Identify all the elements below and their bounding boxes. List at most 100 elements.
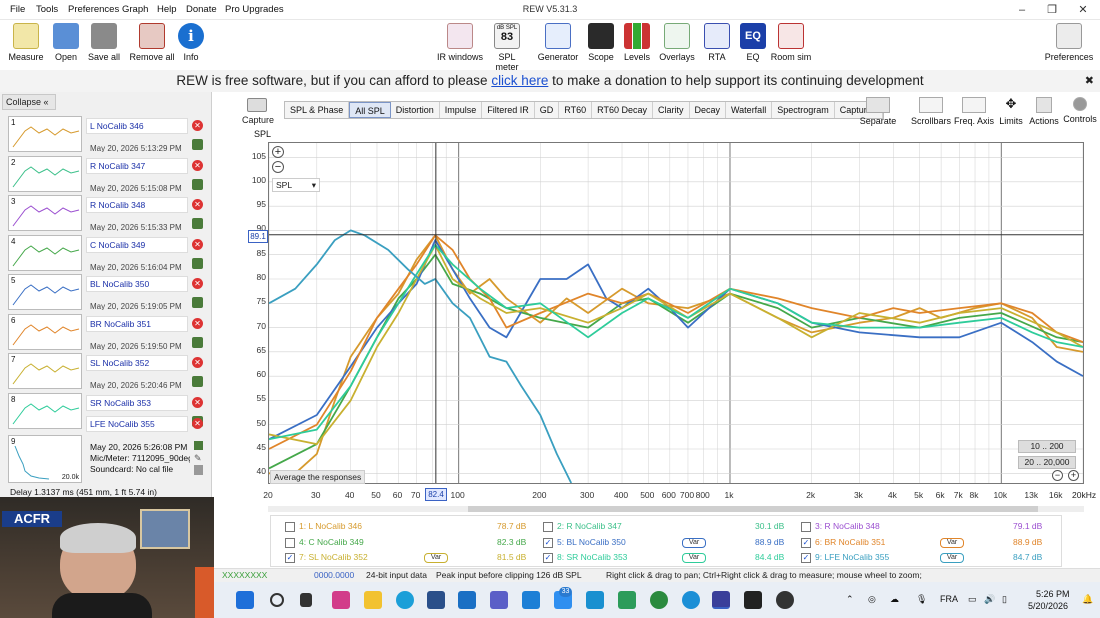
legend-checkbox[interactable] <box>285 537 295 548</box>
measurement-name[interactable]: L NoCalib 346 <box>86 118 188 134</box>
open-button[interactable]: Open <box>48 23 84 62</box>
tab-rt60-decay[interactable]: RT60 Decay <box>592 102 653 118</box>
measurement-row[interactable]: 2 R NoCalib 347 May 20, 2026 5:15:08 PM ✕ <box>4 155 209 195</box>
teams-icon[interactable] <box>490 591 508 609</box>
separate-button[interactable]: Separate <box>858 97 898 126</box>
legend-checkbox[interactable]: ✓ <box>543 553 553 563</box>
language-indicator[interactable]: FRA <box>940 594 958 604</box>
eq-button[interactable]: EQ EQ <box>740 23 766 62</box>
horizontal-scrollbar[interactable] <box>268 506 1084 512</box>
windows-start-icon[interactable] <box>236 591 254 609</box>
var-toggle[interactable]: Var <box>682 537 706 548</box>
generator-button[interactable]: Generator <box>537 23 579 62</box>
close-banner-icon[interactable]: ✖ <box>1085 70 1094 92</box>
notification-bell-icon[interactable]: 🔔 <box>1082 594 1093 605</box>
overlays-button[interactable]: Overlays <box>658 23 696 62</box>
edit-icon[interactable]: ✎ <box>194 453 203 463</box>
measurement-row[interactable]: 5 BL NoCalib 350 May 20, 2026 5:19:05 PM ✕ <box>4 274 209 313</box>
tab-spl-phase[interactable]: SPL & Phase <box>285 102 350 118</box>
store-icon[interactable] <box>427 591 445 609</box>
chart-icon[interactable] <box>192 257 203 269</box>
mail-icon[interactable] <box>522 591 540 609</box>
tab-decay[interactable]: Decay <box>690 102 727 118</box>
remove-all-button[interactable]: Remove all <box>128 23 176 62</box>
save-all-button[interactable]: Save all <box>86 23 122 62</box>
measurement-row[interactable]: 6 BR NoCalib 351 May 20, 2026 5:19:50 PM ✕ <box>4 313 209 353</box>
chrome-icon[interactable] <box>650 591 668 609</box>
tab-filtered-ir[interactable]: Filtered IR <box>482 102 535 118</box>
scope-button[interactable]: Scope <box>586 23 616 62</box>
delete-icon[interactable]: ✕ <box>192 199 203 210</box>
app-icon-1[interactable] <box>332 591 350 609</box>
legend-checkbox[interactable]: ✓ <box>801 537 811 548</box>
measure-button[interactable]: Measure <box>6 23 46 62</box>
measurement-name[interactable]: SR NoCalib 353 <box>86 394 188 411</box>
scrollbar-thumb[interactable] <box>468 506 1038 512</box>
delete-icon[interactable]: ✕ <box>192 357 203 368</box>
ir-windows-button[interactable]: IR windows <box>436 23 484 62</box>
zoom-out-x-icon[interactable]: − <box>1052 470 1063 481</box>
outlook-icon[interactable] <box>458 591 476 609</box>
delete-icon[interactable]: ✕ <box>192 238 203 250</box>
edge-icon-2[interactable] <box>682 591 700 609</box>
measurement-name[interactable]: SL NoCalib 352 <box>86 355 188 371</box>
tab-waterfall[interactable]: Waterfall <box>726 102 773 118</box>
zoom-in-x-icon[interactable]: + <box>1068 470 1079 481</box>
cloud-icon[interactable]: ☁ <box>890 594 899 605</box>
delete-icon[interactable]: ✕ <box>192 159 203 171</box>
limits-button[interactable]: ✥ Limits <box>997 97 1025 126</box>
spl-dropdown[interactable]: SPL ▾ <box>272 178 320 192</box>
clock-time[interactable]: 5:26 PM <box>1036 589 1070 599</box>
average-responses-button[interactable]: Average the responses <box>270 470 366 484</box>
collapse-button[interactable]: Collapse « <box>2 94 56 110</box>
camera-app-icon[interactable] <box>776 591 794 609</box>
chart-icon[interactable] <box>192 139 203 150</box>
chevron-up-icon[interactable]: ⌃ <box>846 594 854 605</box>
notes-icon[interactable] <box>194 465 203 475</box>
scrollbars-button[interactable]: Scrollbars <box>911 97 951 126</box>
delete-icon[interactable]: ✕ <box>192 278 203 289</box>
legend-checkbox[interactable]: ✓ <box>801 553 811 563</box>
file-explorer-icon[interactable] <box>364 591 382 609</box>
measurement-name[interactable]: R NoCalib 347 <box>86 157 188 174</box>
tab-all-spl[interactable]: All SPL <box>349 102 391 118</box>
measurement-name[interactable]: C NoCalib 349 <box>86 236 188 253</box>
tab-distortion[interactable]: Distortion <box>391 102 440 118</box>
rew-app-icon[interactable] <box>712 591 730 609</box>
clock-date[interactable]: 5/20/2026 <box>1028 601 1068 611</box>
vscode-icon[interactable] <box>618 591 636 609</box>
delete-icon[interactable]: ✕ <box>192 418 203 429</box>
chart-icon[interactable] <box>192 178 203 190</box>
legend-checkbox[interactable]: ✓ <box>285 553 295 563</box>
active-measurement[interactable]: 9 20.0k LFE NoCalib 355 ✕ May 20, 2026 5… <box>4 416 209 487</box>
var-toggle[interactable]: Var <box>682 553 706 563</box>
measurement-row[interactable]: 7 SL NoCalib 352 May 20, 2026 5:20:46 PM ✕ <box>4 353 209 392</box>
info-button[interactable]: i Info <box>178 23 204 62</box>
room-sim-button[interactable]: Room sim <box>770 23 812 62</box>
measurement-name[interactable]: BR NoCalib 351 <box>86 315 188 332</box>
battery-icon[interactable]: ▯ <box>1002 594 1007 605</box>
capture-button[interactable]: Capture <box>242 98 274 125</box>
delete-icon[interactable]: ✕ <box>192 317 203 329</box>
app-icon-2[interactable] <box>586 591 604 609</box>
donation-link[interactable]: click here <box>491 73 548 88</box>
legend-checkbox[interactable] <box>543 522 553 532</box>
display-icon[interactable]: ▭ <box>968 594 977 605</box>
legend-checkbox[interactable]: ✓ <box>543 537 553 548</box>
var-toggle[interactable]: Var <box>940 553 964 563</box>
legend-checkbox[interactable] <box>285 522 295 532</box>
tab-gd[interactable]: GD <box>535 102 560 118</box>
spl-plot[interactable] <box>268 142 1084 484</box>
actions-button[interactable]: Actions <box>1028 97 1060 126</box>
search-icon[interactable] <box>270 593 284 607</box>
zoom-out-icon[interactable]: − <box>272 161 284 173</box>
freq-axis-button[interactable]: Freq. Axis <box>954 97 994 126</box>
close-icon[interactable]: ✕ <box>1073 2 1093 18</box>
chart-icon[interactable] <box>192 336 203 348</box>
chart-icon[interactable] <box>192 376 203 387</box>
edge-icon[interactable] <box>396 591 414 609</box>
controls-button[interactable]: Controls <box>1062 97 1098 124</box>
levels-button[interactable]: Levels <box>622 23 652 62</box>
chart-icon[interactable] <box>194 441 203 450</box>
range-20-20000-button[interactable]: 20 .. 20,000 <box>1018 456 1076 469</box>
